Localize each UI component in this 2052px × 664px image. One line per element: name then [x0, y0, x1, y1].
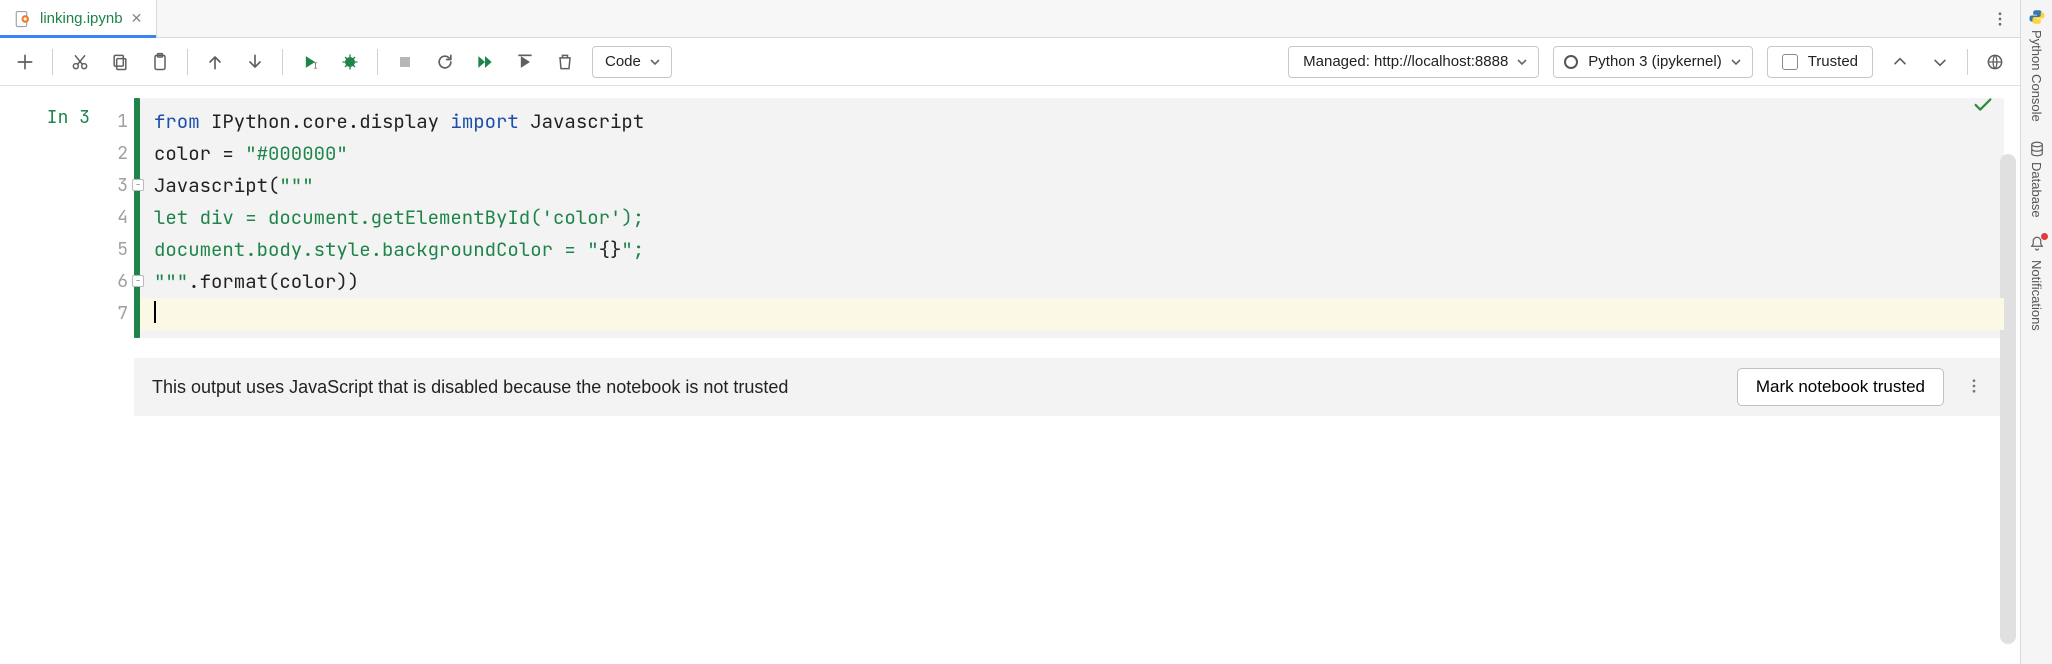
- notebook-toolbar: I Code: [0, 38, 2020, 86]
- cell-type-select[interactable]: Code: [592, 46, 672, 78]
- server-label: Managed: http://localhost:8888: [1303, 53, 1508, 70]
- output-more-icon[interactable]: [1962, 377, 1986, 398]
- separator: [52, 49, 53, 75]
- jupyter-file-icon: [14, 10, 32, 28]
- kernel-status-icon: [1564, 55, 1578, 69]
- copy-button[interactable]: [107, 49, 133, 75]
- chevron-down-icon: [1730, 56, 1742, 68]
- editor-tabbar: linking.ipynb ✕: [0, 0, 2020, 38]
- clear-output-button[interactable]: [552, 49, 578, 75]
- output-message: This output uses JavaScript that is disa…: [152, 377, 1719, 398]
- cell-output: This output uses JavaScript that is disa…: [134, 358, 2004, 416]
- python-console-label: Python Console: [2029, 30, 2044, 122]
- move-down-button[interactable]: [242, 49, 268, 75]
- bell-icon: [2028, 235, 2046, 256]
- separator: [377, 49, 378, 75]
- checkbox-icon: [1782, 54, 1798, 70]
- add-cell-button[interactable]: [12, 49, 38, 75]
- notebook-area: In 3 1234567 from IPython.core.display i…: [0, 86, 2020, 664]
- notifications-tab[interactable]: Notifications: [2028, 235, 2046, 331]
- svg-text:I: I: [313, 61, 318, 70]
- file-tab-label: linking.ipynb: [40, 10, 123, 27]
- move-up-button[interactable]: [202, 49, 228, 75]
- next-cell-button[interactable]: [1927, 49, 1953, 75]
- cell-type-label: Code: [605, 53, 641, 70]
- separator: [187, 49, 188, 75]
- code-cell[interactable]: In 3 1234567 from IPython.core.display i…: [10, 98, 2004, 338]
- paste-button[interactable]: [147, 49, 173, 75]
- database-label: Database: [2029, 162, 2044, 218]
- mark-trusted-button[interactable]: Mark notebook trusted: [1737, 368, 1944, 406]
- tabbar-overflow-icon[interactable]: [1980, 0, 2020, 37]
- run-all-button[interactable]: [472, 49, 498, 75]
- cell-prompt: In 3: [10, 98, 100, 338]
- code-editor[interactable]: from IPython.core.display import Javascr…: [140, 98, 2004, 338]
- close-icon[interactable]: ✕: [131, 10, 143, 27]
- server-select[interactable]: Managed: http://localhost:8888: [1288, 46, 1539, 78]
- kernel-select[interactable]: Python 3 (ipykernel): [1553, 46, 1752, 78]
- scrollbar[interactable]: [2000, 154, 2016, 644]
- trusted-checkbox[interactable]: Trusted: [1767, 46, 1873, 78]
- restart-kernel-button[interactable]: [432, 49, 458, 75]
- cut-button[interactable]: [67, 49, 93, 75]
- run-cell-button[interactable]: I: [297, 49, 323, 75]
- chevron-down-icon: [1516, 56, 1528, 68]
- separator: [282, 49, 283, 75]
- debug-cell-button[interactable]: [337, 49, 363, 75]
- restart-run-all-button[interactable]: [512, 49, 538, 75]
- stop-button[interactable]: [392, 49, 418, 75]
- python-console-tab[interactable]: Python Console: [2028, 8, 2046, 122]
- separator: [1967, 49, 1968, 75]
- line-numbers: 1234567: [100, 98, 134, 338]
- file-tab[interactable]: linking.ipynb ✕: [0, 0, 157, 37]
- kernel-label: Python 3 (ipykernel): [1588, 53, 1721, 70]
- prev-cell-button[interactable]: [1887, 49, 1913, 75]
- chevron-down-icon: [649, 56, 661, 68]
- notifications-label: Notifications: [2029, 260, 2044, 331]
- trusted-label: Trusted: [1808, 53, 1858, 70]
- right-toolwindow-bar: Python Console Database Notifications: [2020, 0, 2052, 664]
- database-tab[interactable]: Database: [2028, 140, 2046, 218]
- open-in-browser-button[interactable]: [1982, 49, 2008, 75]
